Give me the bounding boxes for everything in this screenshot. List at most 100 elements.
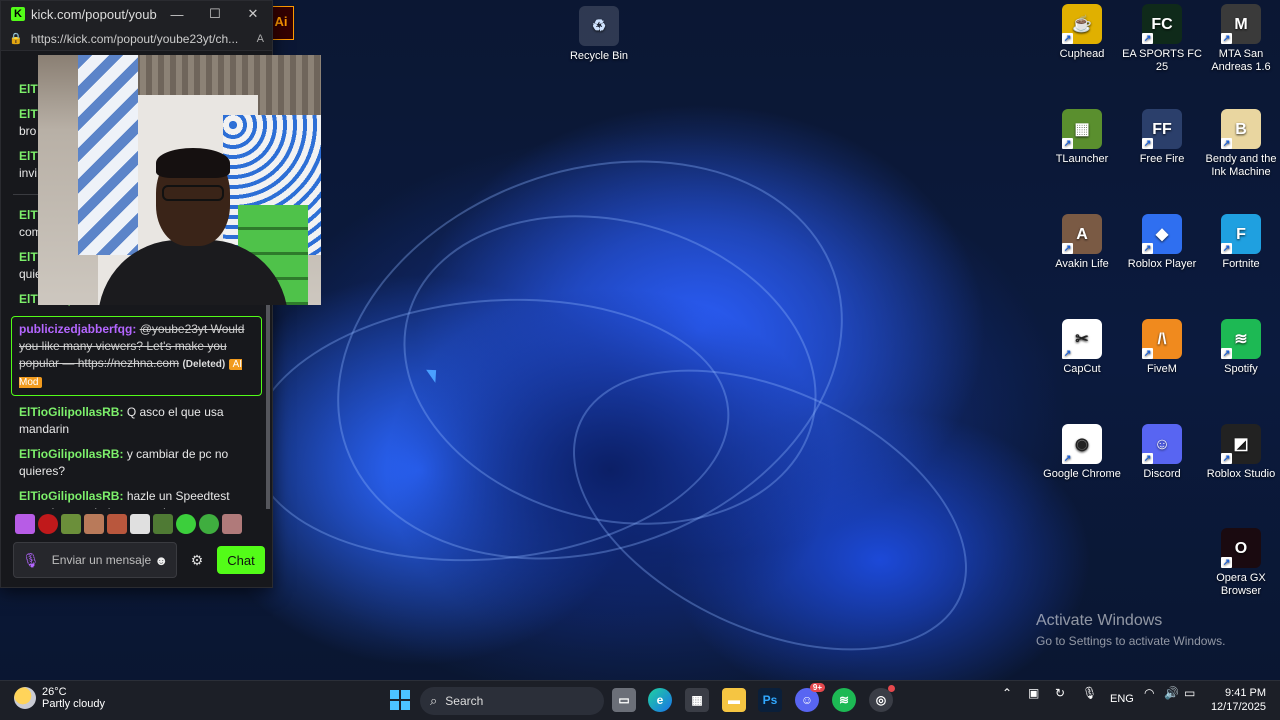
chat-message: ElTioGilipollasRB: hazle un Speedtest av… [1,484,272,509]
desktop-shortcut-label: FiveM [1147,363,1177,375]
webcam-person-hair [156,148,230,178]
desktop-shortcut-label: Roblox Studio [1206,468,1276,480]
desktop-shortcut-label: Fortnite [1222,258,1260,270]
taskbar-clock[interactable]: 9:41 PM 12/17/2025 [1206,686,1266,714]
desktop-shortcut-fortnite[interactable]: F ↗ Fortnite [1199,214,1280,271]
chat-scrollbar[interactable] [266,269,270,509]
chat-send-button[interactable]: Chat [217,546,265,574]
photoshop-icon[interactable]: Ps [758,688,782,712]
desktop-shortcut-opera-gx-browser[interactable]: O ↗ Opera GX Browser [1199,528,1280,598]
roblox-studio-icon: ◩ ↗ [1221,424,1261,464]
language-indicator[interactable]: ENG [1110,693,1134,705]
spotify-taskbar-icon[interactable]: ≋ [832,688,856,712]
chat-input[interactable]: 🎙 Enviar un mensaje ☻ [13,542,177,578]
emote-icon[interactable] [61,514,81,534]
desktop-shortcut-label: Cuphead [1059,48,1105,60]
maximize-button[interactable]: ☐ [196,6,234,22]
desktop-shortcut-label: TLauncher [1055,153,1109,165]
desktop-shortcut-label: MTA San Andreas 1.6 [1211,48,1271,73]
shortcut-arrow-icon: ↗ [1221,243,1232,254]
emote-icon[interactable] [176,514,196,534]
avakin-life-icon: A ↗ [1062,214,1102,254]
desktop-shortcut-label: Free Fire [1139,153,1185,165]
microphone-tray-icon[interactable]: 🎙 [1082,686,1097,700]
chat-username[interactable]: ElTioGilipollasRB: [19,447,123,461]
desktop-shortcut-bendy-and-the-ink-machine[interactable]: B ↗ Bendy and the Ink Machine [1199,109,1280,179]
close-button[interactable]: ✕ [234,6,272,22]
activate-windows-title: Activate Windows [1036,612,1163,629]
weather-condition: Partly cloudy [42,698,105,710]
reader-mode-icon[interactable]: A [257,33,264,45]
chat-username[interactable]: ElTioGilipollasRB: [19,405,123,419]
edge-browser-icon[interactable]: e [648,688,672,712]
desktop-shortcut-discord[interactable]: ☺ ↗ Discord [1120,424,1204,481]
show-hidden-icons-chevron-icon[interactable]: ⌃ [1002,686,1012,700]
webcam-person-glasses [162,185,224,201]
emote-icon[interactable] [84,514,104,534]
recording-indicator [888,685,895,692]
desktop-shortcut-mta-san-andreas-1-6[interactable]: M ↗ MTA San Andreas 1.6 [1199,4,1280,74]
desktop-shortcut-label: Avakin Life [1055,258,1109,270]
weather-temperature: 26°C [42,686,67,698]
emote-icon[interactable] [15,514,35,534]
desktop-shortcut-label: Roblox Player [1127,258,1197,270]
clock-date: 12/17/2025 [1210,701,1266,713]
volume-icon[interactable]: 🔊 [1164,686,1179,700]
desktop-shortcut-free-fire[interactable]: FF ↗ Free Fire [1120,109,1204,166]
desktop-shortcut-spotify[interactable]: ≋ ↗ Spotify [1199,319,1280,376]
desktop-shortcut-label: EA SPORTS FC 25 [1122,48,1202,73]
desktop-shortcut-google-chrome[interactable]: ◉ ↗ Google Chrome [1040,424,1124,481]
taskbar-search[interactable]: ⌕ Search [420,687,604,715]
emote-icon[interactable] [130,514,150,534]
bendy-and-the-ink-machine-icon: B ↗ [1221,109,1261,149]
deleted-tag: (Deleted) [182,359,226,370]
wifi-icon[interactable]: ◠ [1144,686,1154,700]
chat-message: ElTioGilipollasRB: Q asco el que usa man… [1,400,272,442]
microphone-icon[interactable]: 🎙 [22,552,40,569]
lock-icon: 🔒 [9,33,23,45]
task-view-icon[interactable]: ▭ [612,688,636,712]
chat-username[interactable]: publicizedjabberfqg: [19,322,136,336]
emote-icon[interactable] [153,514,173,534]
desktop-shortcut-roblox-studio[interactable]: ◩ ↗ Roblox Studio [1199,424,1280,481]
start-button-windows-icon[interactable] [388,688,412,712]
desktop-shortcut-cuphead[interactable]: ☕ ↗ Cuphead [1040,4,1124,61]
desktop-shortcut-tlauncher[interactable]: ▦ ↗ TLauncher [1040,109,1124,166]
tray-app-icon[interactable]: ▣ [1028,686,1039,700]
emote-icon[interactable] [38,514,58,534]
window-titlebar[interactable]: K kick.com/popout/youb... — ☐ ✕ [1,1,272,27]
emoji-picker-icon[interactable]: ☻ [154,553,168,568]
weather-widget[interactable]: 26°C Partly cloudy [14,686,105,710]
discord-taskbar-icon[interactable]: ☺ 9+ [795,683,825,712]
recycle-bin-shortcut[interactable]: ♻ Recycle Bin [557,6,641,63]
emote-icon[interactable] [199,514,219,534]
desktop-shortcut-ea-sports-fc-25[interactable]: FC ↗ EA SPORTS FC 25 [1120,4,1204,74]
webcam-curtain [78,55,138,255]
address-bar[interactable]: 🔒 https://kick.com/popout/yoube23yt/ch..… [1,27,272,51]
desktop-shortcut-capcut[interactable]: ✂ ↗ CapCut [1040,319,1124,376]
activate-windows-subtitle: Go to Settings to activate Windows. [1036,634,1226,648]
desktop-shortcut-label: Opera GX Browser [1216,572,1266,597]
battery-icon[interactable]: ▭ [1184,686,1195,700]
desktop-shortcut-label: CapCut [1063,363,1101,375]
desktop-shortcut-label: Spotify [1224,363,1258,375]
sync-icon[interactable]: ↻ [1055,686,1065,700]
url-text: https://kick.com/popout/yoube23yt/ch... [30,31,239,46]
desktop-shortcut-avakin-life[interactable]: A ↗ Avakin Life [1040,214,1124,271]
capcut-icon: ✂ ↗ [1062,319,1102,359]
desktop-shortcut-fivem[interactable]: /\ ↗ FiveM [1120,319,1204,376]
desktop-shortcut-roblox-player[interactable]: ◆ ↗ Roblox Player [1120,214,1204,271]
ea-sports-fc-25-icon: FC ↗ [1142,4,1182,44]
minimize-button[interactable]: — [158,7,196,22]
settings-gear-icon[interactable]: ⚙ [177,552,217,569]
emote-icon[interactable] [222,514,242,534]
file-explorer-icon[interactable]: ▬ [722,688,746,712]
chat-username[interactable]: ElTioGilipollasRB: [19,489,123,503]
shortcut-arrow-icon: ↗ [1221,348,1232,359]
fortnite-icon: F ↗ [1221,214,1261,254]
emote-icon[interactable] [107,514,127,534]
microsoft-store-icon[interactable]: ▦ [685,688,709,712]
chat-text: invi [19,166,38,180]
shortcut-arrow-icon: ↗ [1062,348,1073,359]
obs-taskbar-icon[interactable]: ◎ [869,685,895,712]
